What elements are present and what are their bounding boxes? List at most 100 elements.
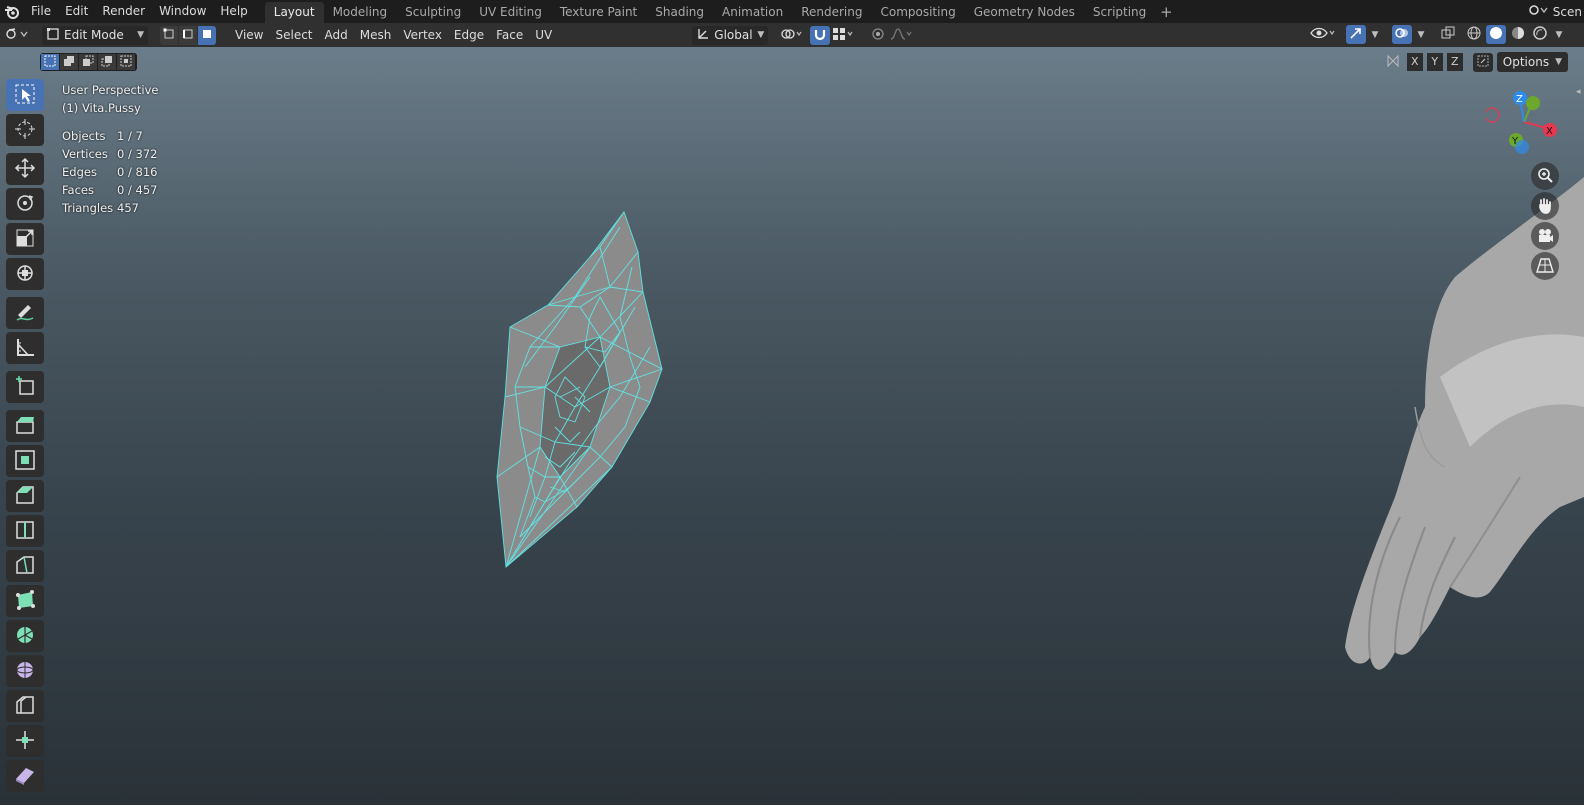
- tool-scale[interactable]: [6, 223, 44, 255]
- select-extend-button[interactable]: [60, 54, 78, 70]
- camera-view-button[interactable]: [1531, 222, 1559, 250]
- falloff-button[interactable]: [888, 26, 916, 45]
- transform-orientation-dropdown[interactable]: Global ▼: [692, 25, 769, 45]
- tab-scripting[interactable]: Scripting: [1084, 2, 1155, 23]
- tool-rotate[interactable]: [6, 188, 44, 220]
- snap-toggle-button[interactable]: [810, 25, 831, 45]
- overlays-toggle-button[interactable]: [1392, 25, 1412, 44]
- tool-add-cube[interactable]: [6, 371, 44, 403]
- mirror-y-toggle[interactable]: Y: [1426, 53, 1443, 71]
- spin-icon: [14, 624, 36, 649]
- editor-type-button[interactable]: [0, 25, 36, 45]
- mirror-x-toggle[interactable]: X: [1406, 53, 1423, 71]
- tool-cursor[interactable]: [6, 114, 44, 146]
- mirror-button[interactable]: [1383, 53, 1403, 72]
- tool-spin[interactable]: [6, 620, 44, 652]
- tool-shear[interactable]: [6, 760, 44, 792]
- menu-select[interactable]: Select: [269, 28, 318, 42]
- menu-window[interactable]: Window: [152, 0, 213, 23]
- select-subtract-button[interactable]: [79, 54, 97, 70]
- zoom-button[interactable]: [1531, 162, 1559, 190]
- menu-view[interactable]: View: [229, 28, 269, 42]
- tool-shrink-fatten[interactable]: [6, 725, 44, 757]
- mode-dropdown[interactable]: Edit Mode ▼: [42, 25, 148, 45]
- menu-mesh[interactable]: Mesh: [354, 28, 398, 42]
- selected-mesh-object[interactable]: [496, 211, 663, 568]
- xray-icon: [1441, 26, 1455, 43]
- tool-knife[interactable]: [6, 550, 44, 582]
- vertex-select-button[interactable]: [160, 25, 178, 45]
- options-dropdown[interactable]: Options ▼: [1496, 52, 1568, 72]
- sidebar-toggle-arrow[interactable]: ◂: [1576, 87, 1584, 105]
- stat-edges: Edges 0 / 816: [62, 163, 158, 181]
- perspective-toggle-button[interactable]: [1531, 252, 1559, 280]
- snap-target-button[interactable]: [830, 26, 858, 45]
- tool-bevel[interactable]: [6, 480, 44, 512]
- gizmo-y-ball-pos[interactable]: [1526, 96, 1540, 110]
- gizmo-toggle-button[interactable]: [1346, 25, 1366, 44]
- tab-modeling[interactable]: Modeling: [324, 2, 397, 23]
- overlays-dropdown[interactable]: ▼: [1414, 25, 1428, 44]
- tab-compositing[interactable]: Compositing: [871, 2, 964, 23]
- tool-measure[interactable]: [6, 332, 44, 364]
- menu-edit[interactable]: Edit: [58, 0, 95, 23]
- menu-file[interactable]: File: [24, 0, 58, 23]
- mirror-z-toggle[interactable]: Z: [1446, 53, 1463, 71]
- tab-shading[interactable]: Shading: [646, 2, 713, 23]
- tool-select-box[interactable]: [6, 79, 44, 111]
- tool-inset[interactable]: [6, 445, 44, 477]
- proportional-edit-button[interactable]: [868, 26, 888, 45]
- xray-toggle-button[interactable]: [1438, 25, 1458, 44]
- face-select-button[interactable]: [198, 25, 216, 45]
- 3d-viewport[interactable]: User Perspective (1) Vita.Pussy Objects 1…: [0, 47, 1584, 805]
- menu-uv[interactable]: UV: [529, 28, 558, 42]
- scene-canvas[interactable]: [0, 47, 1584, 805]
- visibility-button[interactable]: [1308, 25, 1340, 44]
- menu-help[interactable]: Help: [213, 0, 254, 23]
- hand-model[interactable]: [1345, 177, 1584, 670]
- tool-annotate[interactable]: [6, 297, 44, 329]
- falloff-curve-icon: [890, 27, 914, 44]
- tool-extrude[interactable]: [6, 410, 44, 442]
- shading-dropdown[interactable]: ▼: [1552, 25, 1566, 44]
- tab-uv-editing[interactable]: UV Editing: [470, 2, 551, 23]
- tab-texture-paint[interactable]: Texture Paint: [551, 2, 646, 23]
- material-shading-button[interactable]: [1508, 25, 1528, 44]
- menu-add[interactable]: Add: [319, 28, 354, 42]
- menu-face[interactable]: Face: [490, 28, 529, 42]
- menu-vertex[interactable]: Vertex: [397, 28, 448, 42]
- add-workspace-button[interactable]: +: [1155, 2, 1177, 23]
- tool-transform[interactable]: [6, 258, 44, 290]
- select-intersect-button[interactable]: [117, 54, 135, 70]
- tool-smooth[interactable]: [6, 655, 44, 687]
- top-menu-bar: File Edit Render Window Help Layout Mode…: [0, 0, 1584, 23]
- gizmo-neg-x-ball[interactable]: [1486, 107, 1500, 123]
- scene-selector[interactable]: Scen: [1527, 0, 1584, 23]
- tool-move[interactable]: [6, 153, 44, 185]
- rendered-shading-button[interactable]: [1530, 25, 1550, 44]
- tab-layout[interactable]: Layout: [264, 2, 324, 23]
- tab-geometry-nodes[interactable]: Geometry Nodes: [965, 2, 1084, 23]
- blender-logo-icon[interactable]: [0, 0, 24, 23]
- tool-edge-slide[interactable]: [6, 690, 44, 722]
- chevron-down-icon: ▼: [1417, 29, 1425, 40]
- menu-render[interactable]: Render: [95, 0, 152, 23]
- select-new-button[interactable]: [41, 54, 59, 70]
- tool-loop-cut[interactable]: [6, 515, 44, 547]
- wireframe-shading-button[interactable]: [1464, 25, 1484, 44]
- navigation-gizmo[interactable]: X Y Z: [1486, 87, 1566, 157]
- tab-rendering[interactable]: Rendering: [792, 2, 871, 23]
- select-invert-button[interactable]: [98, 54, 116, 70]
- pivot-point-button[interactable]: [778, 26, 806, 45]
- tool-poly-build[interactable]: [6, 585, 44, 617]
- tab-animation[interactable]: Animation: [713, 2, 792, 23]
- menu-edge[interactable]: Edge: [448, 28, 490, 42]
- stat-faces: Faces 0 / 457: [62, 181, 158, 199]
- solid-shading-button[interactable]: [1486, 25, 1506, 44]
- stat-label: Vertices: [62, 147, 108, 161]
- pan-button[interactable]: [1531, 192, 1559, 220]
- edge-select-button[interactable]: [179, 25, 197, 45]
- gizmo-dropdown[interactable]: ▼: [1368, 25, 1382, 44]
- auto-merge-button[interactable]: [1472, 52, 1493, 72]
- tab-sculpting[interactable]: Sculpting: [396, 2, 470, 23]
